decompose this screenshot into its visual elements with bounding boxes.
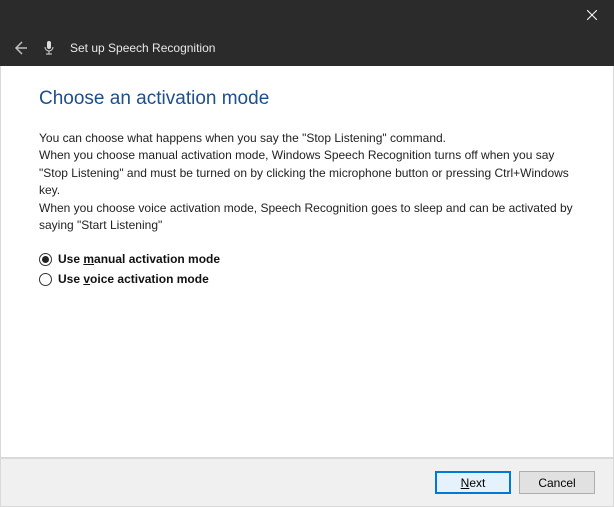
wizard-footer: Next Cancel xyxy=(0,458,614,507)
radio-label: Use manual activation mode xyxy=(58,252,220,266)
radio-voice-activation[interactable]: Use voice activation mode xyxy=(39,272,575,286)
page-description: You can choose what happens when you say… xyxy=(39,130,575,234)
radio-indicator-icon xyxy=(39,253,52,266)
microphone-icon xyxy=(42,40,56,56)
window-title: Set up Speech Recognition xyxy=(70,41,215,55)
cancel-button[interactable]: Cancel xyxy=(519,471,595,494)
wizard-header: Set up Speech Recognition xyxy=(0,30,614,66)
back-arrow-icon xyxy=(12,40,28,56)
activation-mode-radio-group: Use manual activation mode Use voice act… xyxy=(39,252,575,286)
radio-label: Use voice activation mode xyxy=(58,272,209,286)
back-button[interactable] xyxy=(12,40,28,56)
close-icon xyxy=(587,10,597,20)
wizard-content: Choose an activation mode You can choose… xyxy=(0,66,614,458)
page-heading: Choose an activation mode xyxy=(39,88,575,110)
radio-indicator-icon xyxy=(39,273,52,286)
next-button[interactable]: Next xyxy=(435,471,511,494)
close-button[interactable] xyxy=(569,0,614,30)
titlebar xyxy=(0,0,614,30)
radio-manual-activation[interactable]: Use manual activation mode xyxy=(39,252,575,266)
